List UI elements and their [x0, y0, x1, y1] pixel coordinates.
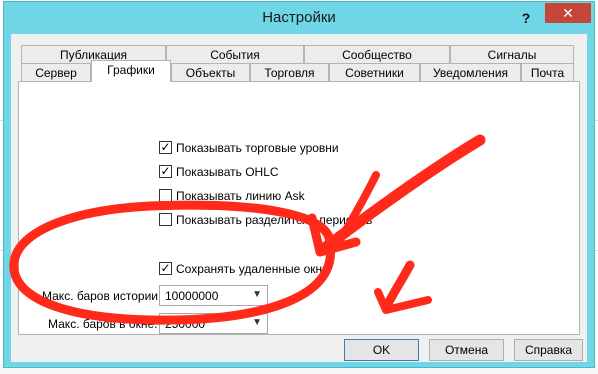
tab-charts[interactable]: Графики — [91, 60, 171, 82]
help-title-button[interactable]: ? — [517, 9, 535, 27]
checkbox[interactable]: ✓ — [159, 262, 172, 275]
dialog-client-area: Публикация События Сообщество Сигналы Се… — [11, 34, 587, 362]
option-label: Сохранять удаленные окна — [176, 262, 329, 276]
max-bars-window-combo[interactable]: 250000 ▼ — [159, 313, 268, 334]
max-bars-history-label: Макс. баров истории: — [42, 289, 162, 303]
tab-experts[interactable]: Советники — [329, 63, 420, 81]
ok-button[interactable]: OK — [344, 339, 419, 361]
option-label: Показывать линию Ask — [176, 189, 305, 203]
tab-events[interactable]: События — [166, 45, 304, 63]
checkbox[interactable] — [159, 213, 172, 226]
option-label: Показывать разделители периодов — [176, 213, 373, 227]
close-button[interactable]: ✕ — [545, 3, 591, 23]
checkbox[interactable]: ✓ — [159, 165, 172, 178]
help-button[interactable]: Справка — [514, 339, 583, 361]
checkbox[interactable] — [159, 189, 172, 202]
combo-value: 10000000 — [165, 289, 219, 303]
title-bar[interactable]: Настройки ? ✕ — [4, 2, 594, 34]
max-bars-history-combo[interactable]: 10000000 ▼ — [159, 285, 268, 306]
tab-signals[interactable]: Сигналы — [450, 45, 574, 63]
option-label: Показывать торговые уровни — [176, 141, 339, 155]
tab-objects[interactable]: Объекты — [171, 63, 250, 81]
close-icon: ✕ — [562, 5, 574, 21]
combo-value: 250000 — [165, 317, 206, 331]
cancel-button[interactable]: Отмена — [429, 339, 504, 361]
tab-notifications[interactable]: Уведомления — [420, 63, 521, 81]
max-bars-window-label: Макс. баров в окне: — [48, 317, 158, 331]
tab-mail[interactable]: Почта — [521, 63, 574, 81]
tab-community[interactable]: Сообщество — [304, 45, 450, 63]
tab-trade[interactable]: Торговля — [250, 63, 329, 81]
option-label: Показывать OHLC — [176, 165, 279, 179]
chevron-down-icon[interactable]: ▼ — [252, 289, 262, 300]
tab-server[interactable]: Сервер — [21, 63, 91, 81]
charts-tab-panel: ✓ Показывать торговые уровни ✓ Показыват… — [18, 81, 580, 335]
chevron-down-icon[interactable]: ▼ — [252, 317, 262, 328]
checkbox[interactable]: ✓ — [159, 141, 172, 154]
dialog-title: Настройки — [262, 9, 336, 26]
settings-dialog: Настройки ? ✕ Публикация События Сообщес… — [3, 1, 595, 368]
